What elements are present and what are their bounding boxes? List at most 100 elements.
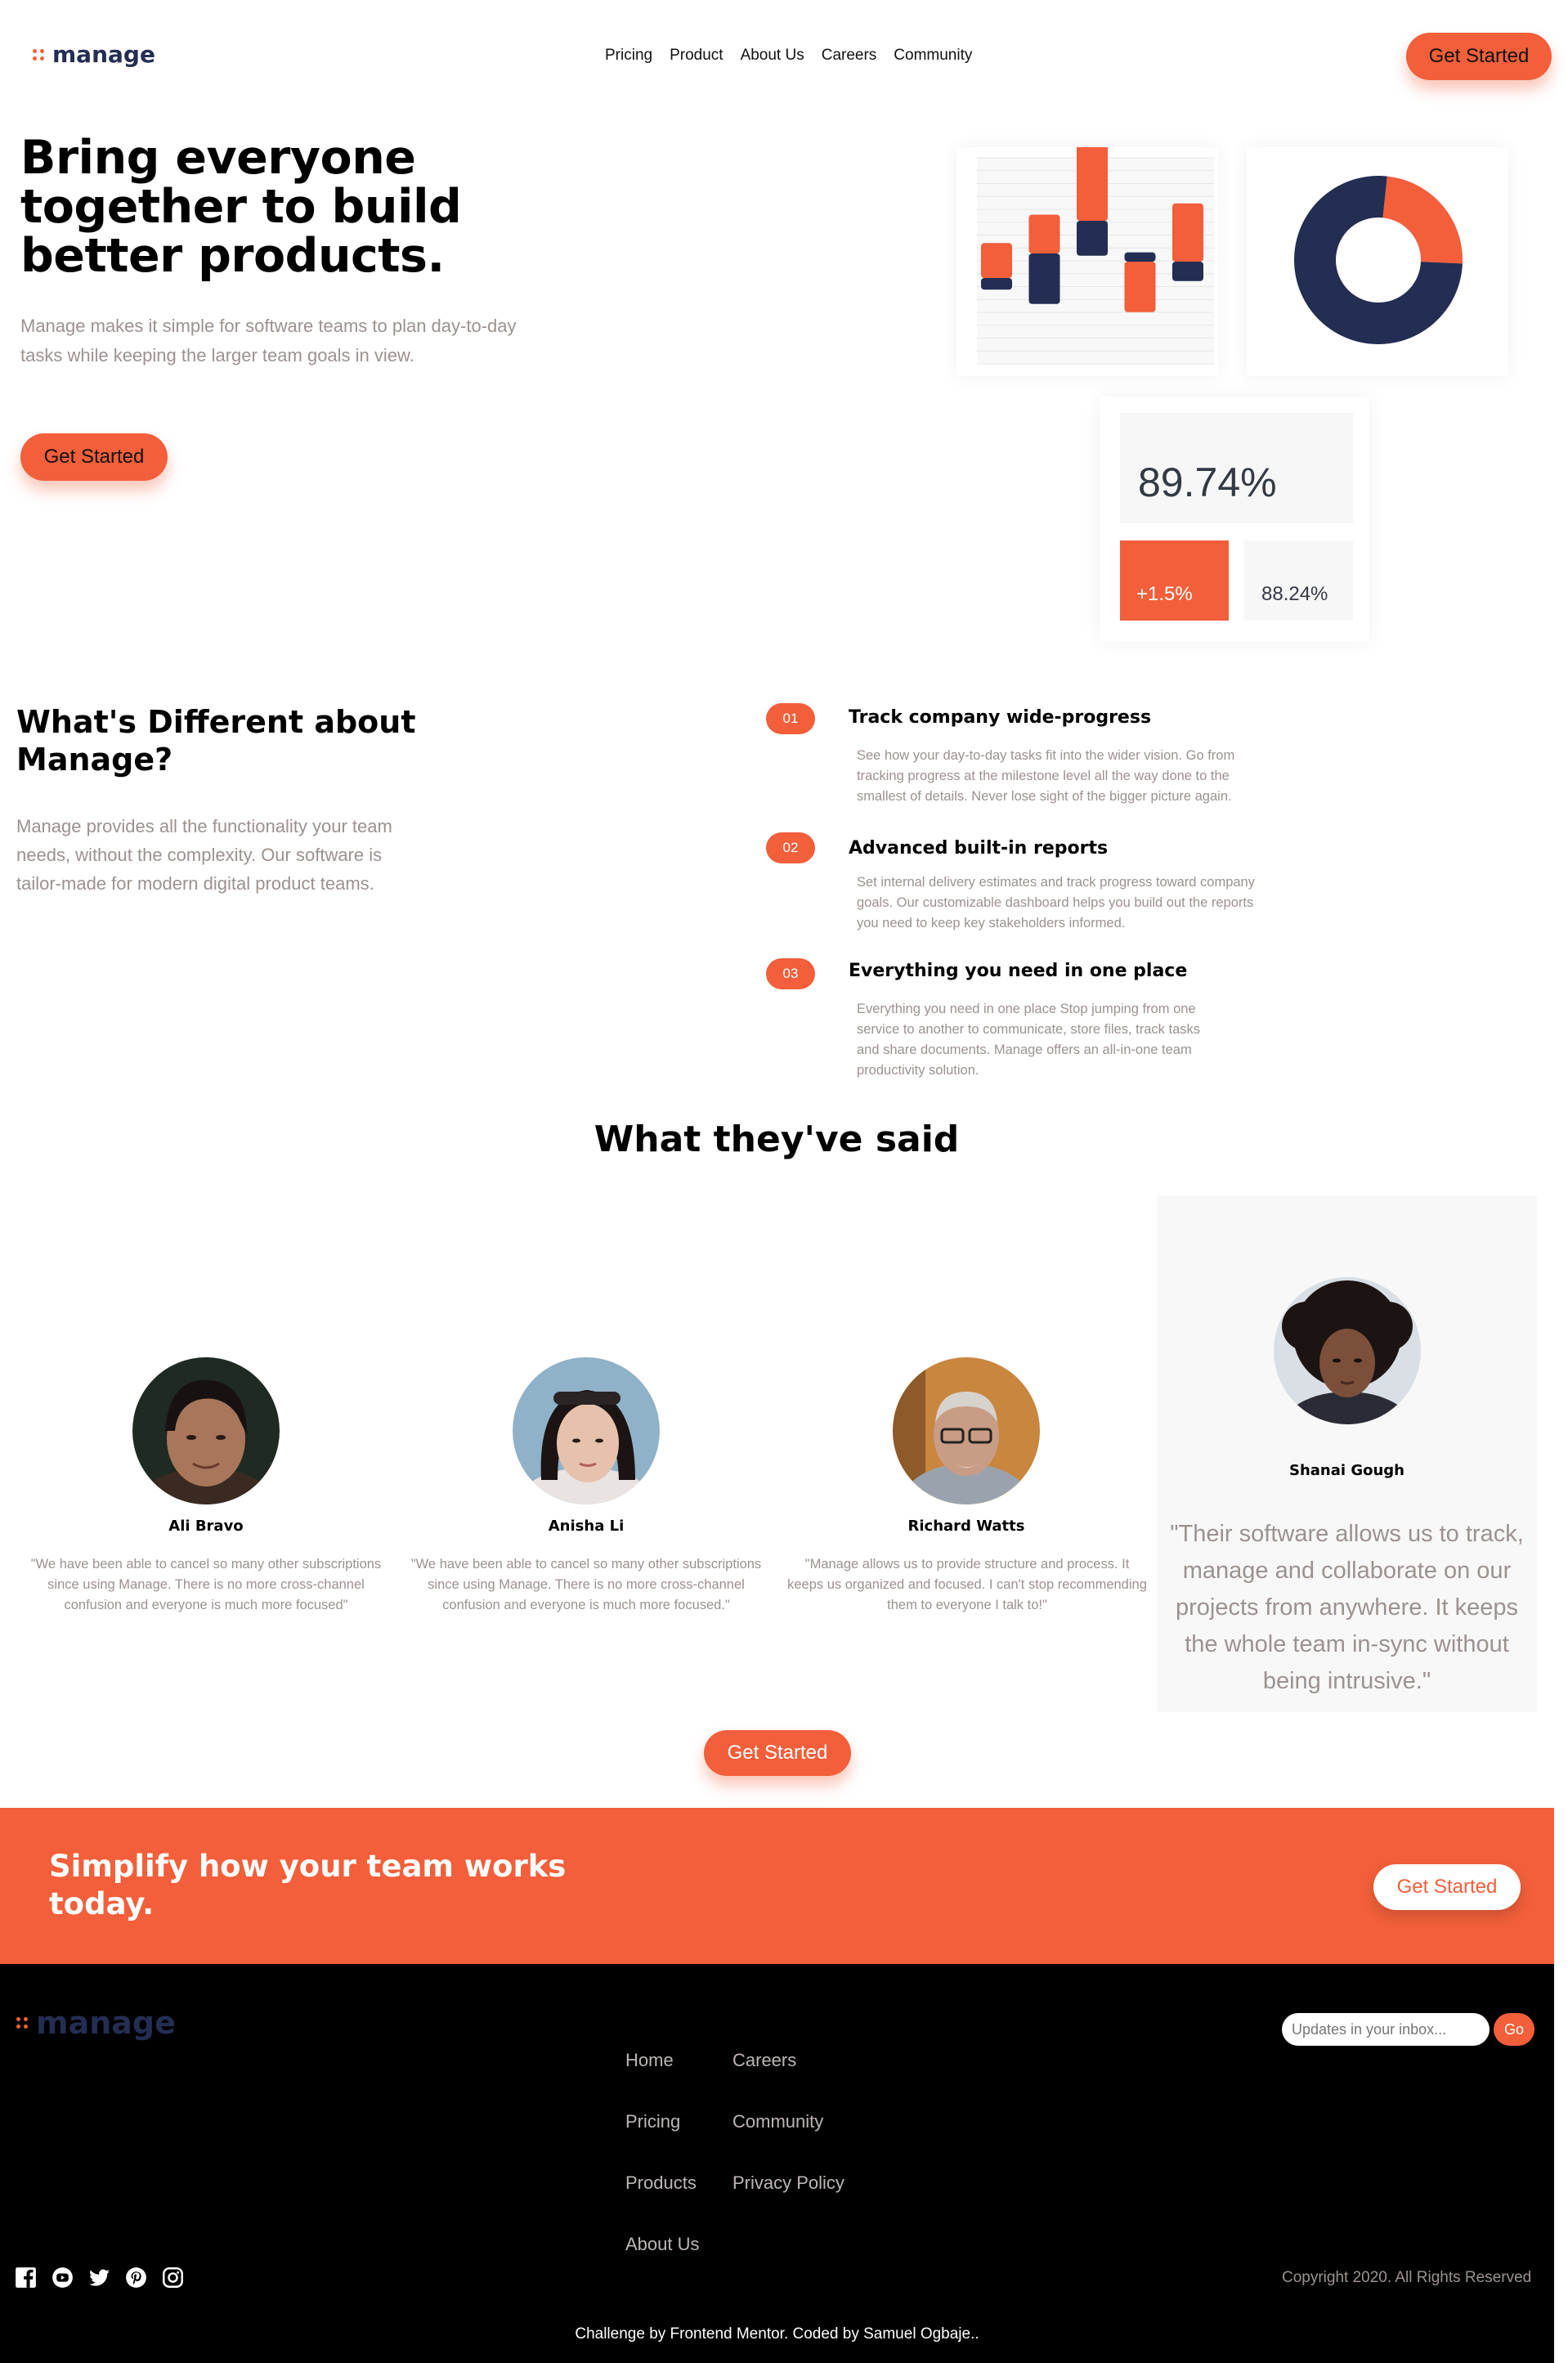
feature-description-line: See how your day-to-day tasks fit into t… <box>857 748 1235 763</box>
main-nav: Pricing Product About Us Careers Communi… <box>605 47 972 65</box>
feature-description: Set internal delivery estimates and trac… <box>857 872 1255 934</box>
avatar-richard-watts <box>893 1357 1040 1504</box>
footer: manage Home Careers Pricing Community Pr… <box>0 1964 1554 2363</box>
testimonial-name: Shanai Gough <box>1289 1462 1404 1479</box>
feature-number-badge: 03 <box>766 958 815 989</box>
testimonial-quote: "Manage allows us to provide structure a… <box>775 1554 1159 1616</box>
logo-text: manage <box>52 41 155 68</box>
nav-product[interactable]: Product <box>670 47 723 65</box>
testimonial-quote-line: confusion and everyone is much more focu… <box>64 1598 348 1612</box>
feature-number-badge: 02 <box>766 832 815 863</box>
donut-chart <box>1294 176 1463 344</box>
testimonial-quote-line: confusion and everyone is much more focu… <box>442 1598 730 1612</box>
different-description-line: Manage provides all the functionality yo… <box>16 816 392 836</box>
testimonials-title: What they've said <box>594 1119 960 1160</box>
newsletter-go-button[interactable]: Go <box>1494 2013 1534 2046</box>
testimonial-quote-line: "Manage allows us to provide structure a… <box>804 1557 1130 1572</box>
hero-get-started-button[interactable]: Get Started <box>20 433 168 481</box>
stat-secondary-box: 88.24% <box>1244 540 1353 621</box>
nav-pricing[interactable]: Pricing <box>605 47 652 65</box>
footer-link-community[interactable]: Community <box>732 2111 823 2132</box>
testimonial-quote-line: since using Manage. There is no more cro… <box>428 1577 745 1592</box>
different-title: What's Different about Manage? <box>16 703 416 778</box>
footer-link-home[interactable]: Home <box>625 2050 674 2071</box>
different-title-line: What's Different about <box>16 704 416 740</box>
pinterest-icon[interactable] <box>125 2267 147 2289</box>
copyright: Copyright 2020. All Rights Reserved <box>1282 2269 1532 2286</box>
cta-title: Simplify how your team works today. <box>49 1848 566 1923</box>
different-title-line: Manage? <box>16 742 173 778</box>
testimonial-name: Anisha Li <box>548 1518 625 1535</box>
header-get-started-button[interactable]: Get Started <box>1406 33 1552 80</box>
footer-link-careers[interactable]: Careers <box>732 2050 796 2071</box>
hero-title-line: together to build <box>20 180 462 234</box>
donut-slice-orange <box>1382 176 1463 264</box>
footer-link-about-us[interactable]: About Us <box>625 2234 700 2255</box>
testimonial-quote-line: keeps us organized and focused. I can't … <box>787 1577 1147 1592</box>
testimonial-quote-line: them to everyone I talk to!" <box>887 1598 1047 1612</box>
bar-segment-navy <box>1028 253 1060 304</box>
different-description: Manage provides all the functionality yo… <box>16 812 392 898</box>
bar-segment-orange <box>981 243 1012 278</box>
different-description-line: needs, without the complexity. Our softw… <box>16 845 383 865</box>
avatar-shanai-gough <box>1274 1277 1421 1424</box>
hero-title-line: better products. <box>20 229 445 283</box>
different-description-line: tailor-made for modern digital product t… <box>16 873 374 894</box>
avatar-ali-bravo <box>132 1357 280 1504</box>
cta-banner: Simplify how your team works today. Get … <box>0 1808 1554 1964</box>
testimonials-get-started-button[interactable]: Get Started <box>704 1730 851 1776</box>
feature-description-line: Everything you need in one place Stop ju… <box>857 1002 1196 1016</box>
testimonial-quote-line: projects from anywhere. It keeps <box>1175 1594 1519 1621</box>
stat-secondary-value: 88.24% <box>1261 583 1328 605</box>
footer-link-privacy-policy[interactable]: Privacy Policy <box>732 2172 844 2194</box>
header-logo[interactable]: manage <box>33 41 155 68</box>
nav-careers[interactable]: Careers <box>822 47 877 65</box>
facebook-icon[interactable] <box>15 2267 37 2289</box>
newsletter-input[interactable] <box>1282 2013 1490 2046</box>
testimonial-quote-line: since using Manage. There is no more cro… <box>47 1577 365 1592</box>
bar-segment-orange <box>1124 262 1156 312</box>
testimonial-quote: "We have been able to cancel so many oth… <box>18 1554 394 1616</box>
feature-title: Track company wide-progress <box>849 707 1152 728</box>
bar-segment-orange <box>1172 203 1203 262</box>
bar-segment-navy <box>981 278 1012 290</box>
stat-change-box: +1.5% <box>1120 540 1229 621</box>
footer-logo[interactable]: manage <box>16 2005 176 2041</box>
nav-community[interactable]: Community <box>894 47 972 65</box>
hero-title: Bring everyone together to build better … <box>20 131 462 283</box>
testimonial-quote-line: "We have been able to cancel so many oth… <box>30 1557 382 1572</box>
bar-chart <box>977 128 1252 365</box>
active-testimonial-card[interactable]: Shanai Gough "Their software allows us t… <box>1157 1195 1537 1712</box>
stat-main-box: 89.74% <box>1120 413 1353 523</box>
bar-segment-navy <box>1172 262 1203 281</box>
feature-description: See how your day-to-day tasks fit into t… <box>857 746 1234 807</box>
footer-link-pricing[interactable]: Pricing <box>625 2111 680 2132</box>
feature-description-line: you need to keep key stakeholders inform… <box>857 916 1126 930</box>
hero-description: Manage makes it simple for software team… <box>20 312 517 370</box>
testimonial-name: Richard Watts <box>907 1518 1025 1535</box>
stat-main-value: 89.74% <box>1138 460 1277 505</box>
feature-description-line: Set internal delivery estimates and trac… <box>857 875 1255 890</box>
cta-title-line: today. <box>49 1886 155 1921</box>
feature-description: Everything you need in one place Stop ju… <box>857 999 1200 1081</box>
testimonial-quote: "We have been able to cancel so many oth… <box>398 1554 774 1616</box>
feature-description-line: and share documents. Manage offers an al… <box>857 1042 1192 1057</box>
feature-title: Everything you need in one place <box>849 961 1188 981</box>
twitter-icon[interactable] <box>88 2267 110 2289</box>
testimonial-quote-line: manage and collaborate on our <box>1182 1558 1512 1584</box>
feature-number-badge: 01 <box>766 703 815 734</box>
hero-description-line: Manage makes it simple for software team… <box>20 316 517 336</box>
feature-description-line: service to another to communicate, store… <box>857 1022 1201 1037</box>
nav-about-us[interactable]: About Us <box>741 47 804 65</box>
hero-title-line: Bring everyone <box>20 131 416 185</box>
bar-chart-card <box>956 128 1252 376</box>
testimonial-quote-line: "We have been able to cancel so many oth… <box>410 1557 762 1572</box>
youtube-icon[interactable] <box>52 2267 74 2289</box>
instagram-icon[interactable] <box>162 2267 184 2289</box>
bar-segment-orange <box>1028 214 1060 253</box>
footer-link-products[interactable]: Products <box>625 2172 697 2194</box>
testimonial-quote-line: "Their software allows us to track, <box>1170 1521 1524 1547</box>
logo-dots-icon <box>33 48 44 61</box>
feature-title: Advanced built-in reports <box>849 838 1109 859</box>
cta-get-started-button[interactable]: Get Started <box>1373 1864 1521 1910</box>
